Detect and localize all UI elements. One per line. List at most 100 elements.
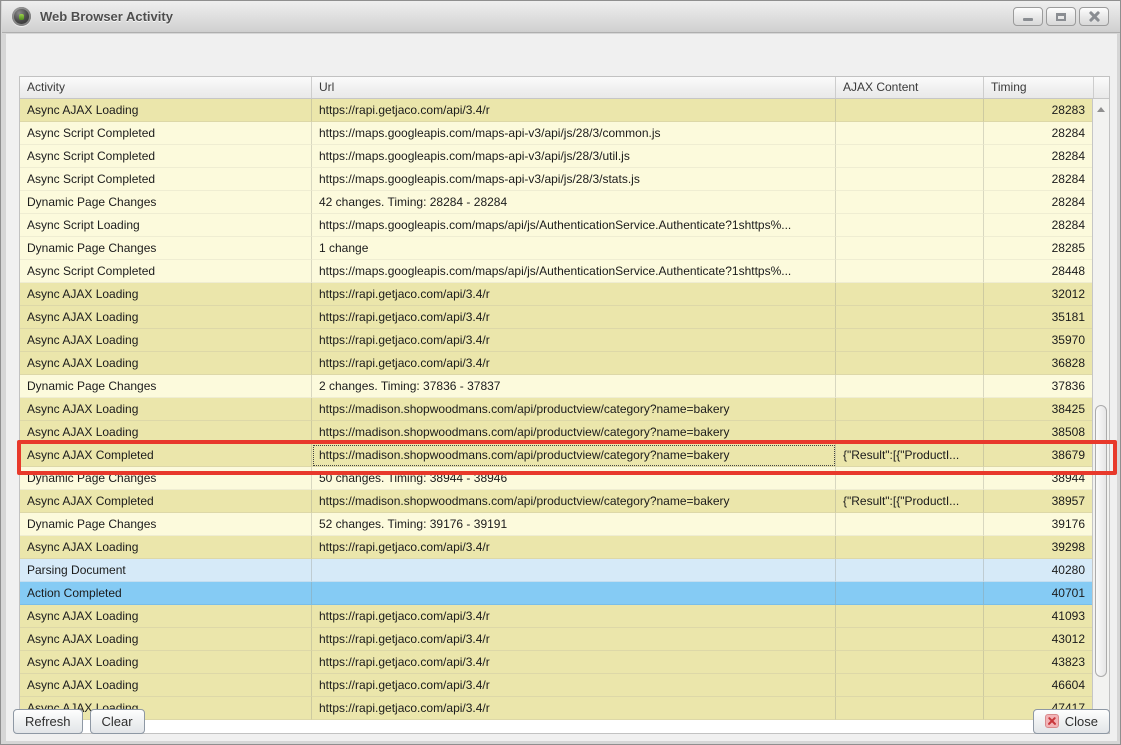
table-row[interactable]: Async Script Completedhttps://maps.googl… xyxy=(20,168,1109,191)
cell-ajax[interactable] xyxy=(836,329,984,352)
cell-activity[interactable]: Async Script Completed xyxy=(20,260,312,283)
cell-activity[interactable]: Async AJAX Loading xyxy=(20,306,312,329)
table-row[interactable]: Dynamic Page Changes52 changes. Timing: … xyxy=(20,513,1109,536)
cell-activity[interactable]: Action Completed xyxy=(20,582,312,605)
table-row[interactable]: Async AJAX Completedhttps://madison.shop… xyxy=(20,490,1109,513)
cell-ajax[interactable] xyxy=(836,283,984,306)
cell-timing[interactable]: 38508 xyxy=(984,421,1094,444)
table-row[interactable]: Async Script Loadinghttps://maps.googlea… xyxy=(20,214,1109,237)
cell-ajax[interactable] xyxy=(836,214,984,237)
cell-url[interactable]: 2 changes. Timing: 37836 - 37837 xyxy=(312,375,836,398)
cell-timing[interactable]: 39176 xyxy=(984,513,1094,536)
cell-ajax[interactable] xyxy=(836,467,984,490)
table-row[interactable]: Async AJAX Loadinghttps://rapi.getjaco.c… xyxy=(20,329,1109,352)
cell-url[interactable]: 1 change xyxy=(312,237,836,260)
table-row[interactable]: Async AJAX Loadinghttps://rapi.getjaco.c… xyxy=(20,536,1109,559)
cell-activity[interactable]: Async AJAX Loading xyxy=(20,421,312,444)
cell-url[interactable]: https://madison.shopwoodmans.com/api/pro… xyxy=(312,421,836,444)
cell-url[interactable]: https://maps.googleapis.com/maps/api/js/… xyxy=(312,214,836,237)
cell-activity[interactable]: Async AJAX Loading xyxy=(20,605,312,628)
cell-activity[interactable]: Dynamic Page Changes xyxy=(20,191,312,214)
cell-ajax[interactable] xyxy=(836,582,984,605)
table-row[interactable]: Async AJAX Loadinghttps://rapi.getjaco.c… xyxy=(20,651,1109,674)
close-dialog-button[interactable]: Close xyxy=(1033,709,1110,734)
cell-url[interactable]: https://madison.shopwoodmans.com/api/pro… xyxy=(312,490,836,513)
table-row[interactable]: Async AJAX Loadinghttps://madison.shopwo… xyxy=(20,398,1109,421)
column-header-timing[interactable]: Timing xyxy=(984,77,1094,98)
cell-timing[interactable]: 36828 xyxy=(984,352,1094,375)
cell-url[interactable]: https://rapi.getjaco.com/api/3.4/r xyxy=(312,605,836,628)
cell-activity[interactable]: Async Script Completed xyxy=(20,145,312,168)
maximize-button[interactable] xyxy=(1046,7,1076,26)
refresh-button[interactable]: Refresh xyxy=(13,709,83,734)
cell-timing[interactable]: 38679 xyxy=(984,444,1094,467)
cell-ajax[interactable] xyxy=(836,237,984,260)
cell-timing[interactable]: 40701 xyxy=(984,582,1094,605)
cell-url[interactable]: https://madison.shopwoodmans.com/api/pro… xyxy=(312,444,836,467)
table-row[interactable]: Async AJAX Loadinghttps://rapi.getjaco.c… xyxy=(20,628,1109,651)
cell-ajax[interactable]: {"Result":[{"ProductI... xyxy=(836,490,984,513)
cell-timing[interactable]: 38957 xyxy=(984,490,1094,513)
cell-activity[interactable]: Async Script Loading xyxy=(20,214,312,237)
cell-activity[interactable]: Dynamic Page Changes xyxy=(20,513,312,536)
cell-url[interactable]: 42 changes. Timing: 28284 - 28284 xyxy=(312,191,836,214)
cell-activity[interactable]: Dynamic Page Changes xyxy=(20,237,312,260)
cell-timing[interactable]: 28285 xyxy=(984,237,1094,260)
cell-activity[interactable]: Async AJAX Loading xyxy=(20,99,312,122)
table-row[interactable]: Async Script Completedhttps://maps.googl… xyxy=(20,145,1109,168)
table-row[interactable]: Dynamic Page Changes1 change 28285 xyxy=(20,237,1109,260)
cell-ajax[interactable] xyxy=(836,421,984,444)
cell-url[interactable]: https://maps.googleapis.com/maps-api-v3/… xyxy=(312,168,836,191)
table-row[interactable]: Parsing Document 40280 xyxy=(20,559,1109,582)
cell-timing[interactable]: 43823 xyxy=(984,651,1094,674)
cell-url[interactable]: https://rapi.getjaco.com/api/3.4/r xyxy=(312,283,836,306)
cell-url[interactable]: https://madison.shopwoodmans.com/api/pro… xyxy=(312,398,836,421)
cell-activity[interactable]: Async AJAX Loading xyxy=(20,536,312,559)
table-row[interactable]: Async AJAX Loadinghttps://rapi.getjaco.c… xyxy=(20,674,1109,697)
cell-activity[interactable]: Dynamic Page Changes xyxy=(20,375,312,398)
table-row[interactable]: Async Script Completedhttps://maps.googl… xyxy=(20,260,1109,283)
cell-ajax[interactable] xyxy=(836,122,984,145)
cell-ajax[interactable] xyxy=(836,145,984,168)
cell-ajax[interactable] xyxy=(836,306,984,329)
cell-url[interactable]: https://maps.googleapis.com/maps/api/js/… xyxy=(312,260,836,283)
table-row[interactable]: Async Script Completedhttps://maps.googl… xyxy=(20,122,1109,145)
cell-activity[interactable]: Parsing Document xyxy=(20,559,312,582)
cell-ajax[interactable] xyxy=(836,513,984,536)
cell-activity[interactable]: Async AJAX Loading xyxy=(20,674,312,697)
table-row[interactable]: Dynamic Page Changes42 changes. Timing: … xyxy=(20,191,1109,214)
cell-timing[interactable]: 43012 xyxy=(984,628,1094,651)
clear-button[interactable]: Clear xyxy=(90,709,145,734)
cell-url[interactable] xyxy=(312,582,836,605)
scroll-up-button[interactable] xyxy=(1093,101,1109,118)
cell-timing[interactable]: 28284 xyxy=(984,191,1094,214)
column-header-activity[interactable]: Activity xyxy=(20,77,312,98)
cell-timing[interactable]: 32012 xyxy=(984,283,1094,306)
cell-timing[interactable]: 28284 xyxy=(984,122,1094,145)
cell-ajax[interactable]: {"Result":[{"ProductI... xyxy=(836,444,984,467)
cell-activity[interactable]: Async AJAX Loading xyxy=(20,283,312,306)
column-header-url[interactable]: Url xyxy=(312,77,836,98)
cell-ajax[interactable] xyxy=(836,559,984,582)
cell-url[interactable]: https://rapi.getjaco.com/api/3.4/r xyxy=(312,99,836,122)
cell-url[interactable]: https://rapi.getjaco.com/api/3.4/r xyxy=(312,536,836,559)
cell-ajax[interactable] xyxy=(836,375,984,398)
table-row[interactable]: Async AJAX Loadinghttps://rapi.getjaco.c… xyxy=(20,306,1109,329)
cell-url[interactable]: https://rapi.getjaco.com/api/3.4/r xyxy=(312,628,836,651)
cell-url[interactable]: https://maps.googleapis.com/maps-api-v3/… xyxy=(312,145,836,168)
cell-ajax[interactable] xyxy=(836,398,984,421)
cell-activity[interactable]: Async AJAX Loading xyxy=(20,329,312,352)
minimize-button[interactable] xyxy=(1013,7,1043,26)
table-row[interactable]: Dynamic Page Changes50 changes. Timing: … xyxy=(20,467,1109,490)
cell-ajax[interactable] xyxy=(836,628,984,651)
cell-ajax[interactable] xyxy=(836,352,984,375)
table-row[interactable]: Async AJAX Completedhttps://madison.shop… xyxy=(20,444,1109,467)
cell-url[interactable]: https://rapi.getjaco.com/api/3.4/r xyxy=(312,306,836,329)
cell-timing[interactable]: 28284 xyxy=(984,168,1094,191)
cell-ajax[interactable] xyxy=(836,605,984,628)
vertical-scrollbar[interactable] xyxy=(1092,99,1109,733)
cell-timing[interactable]: 40280 xyxy=(984,559,1094,582)
cell-timing[interactable]: 28284 xyxy=(984,214,1094,237)
table-row[interactable]: Dynamic Page Changes2 changes. Timing: 3… xyxy=(20,375,1109,398)
cell-url[interactable]: https://rapi.getjaco.com/api/3.4/r xyxy=(312,329,836,352)
